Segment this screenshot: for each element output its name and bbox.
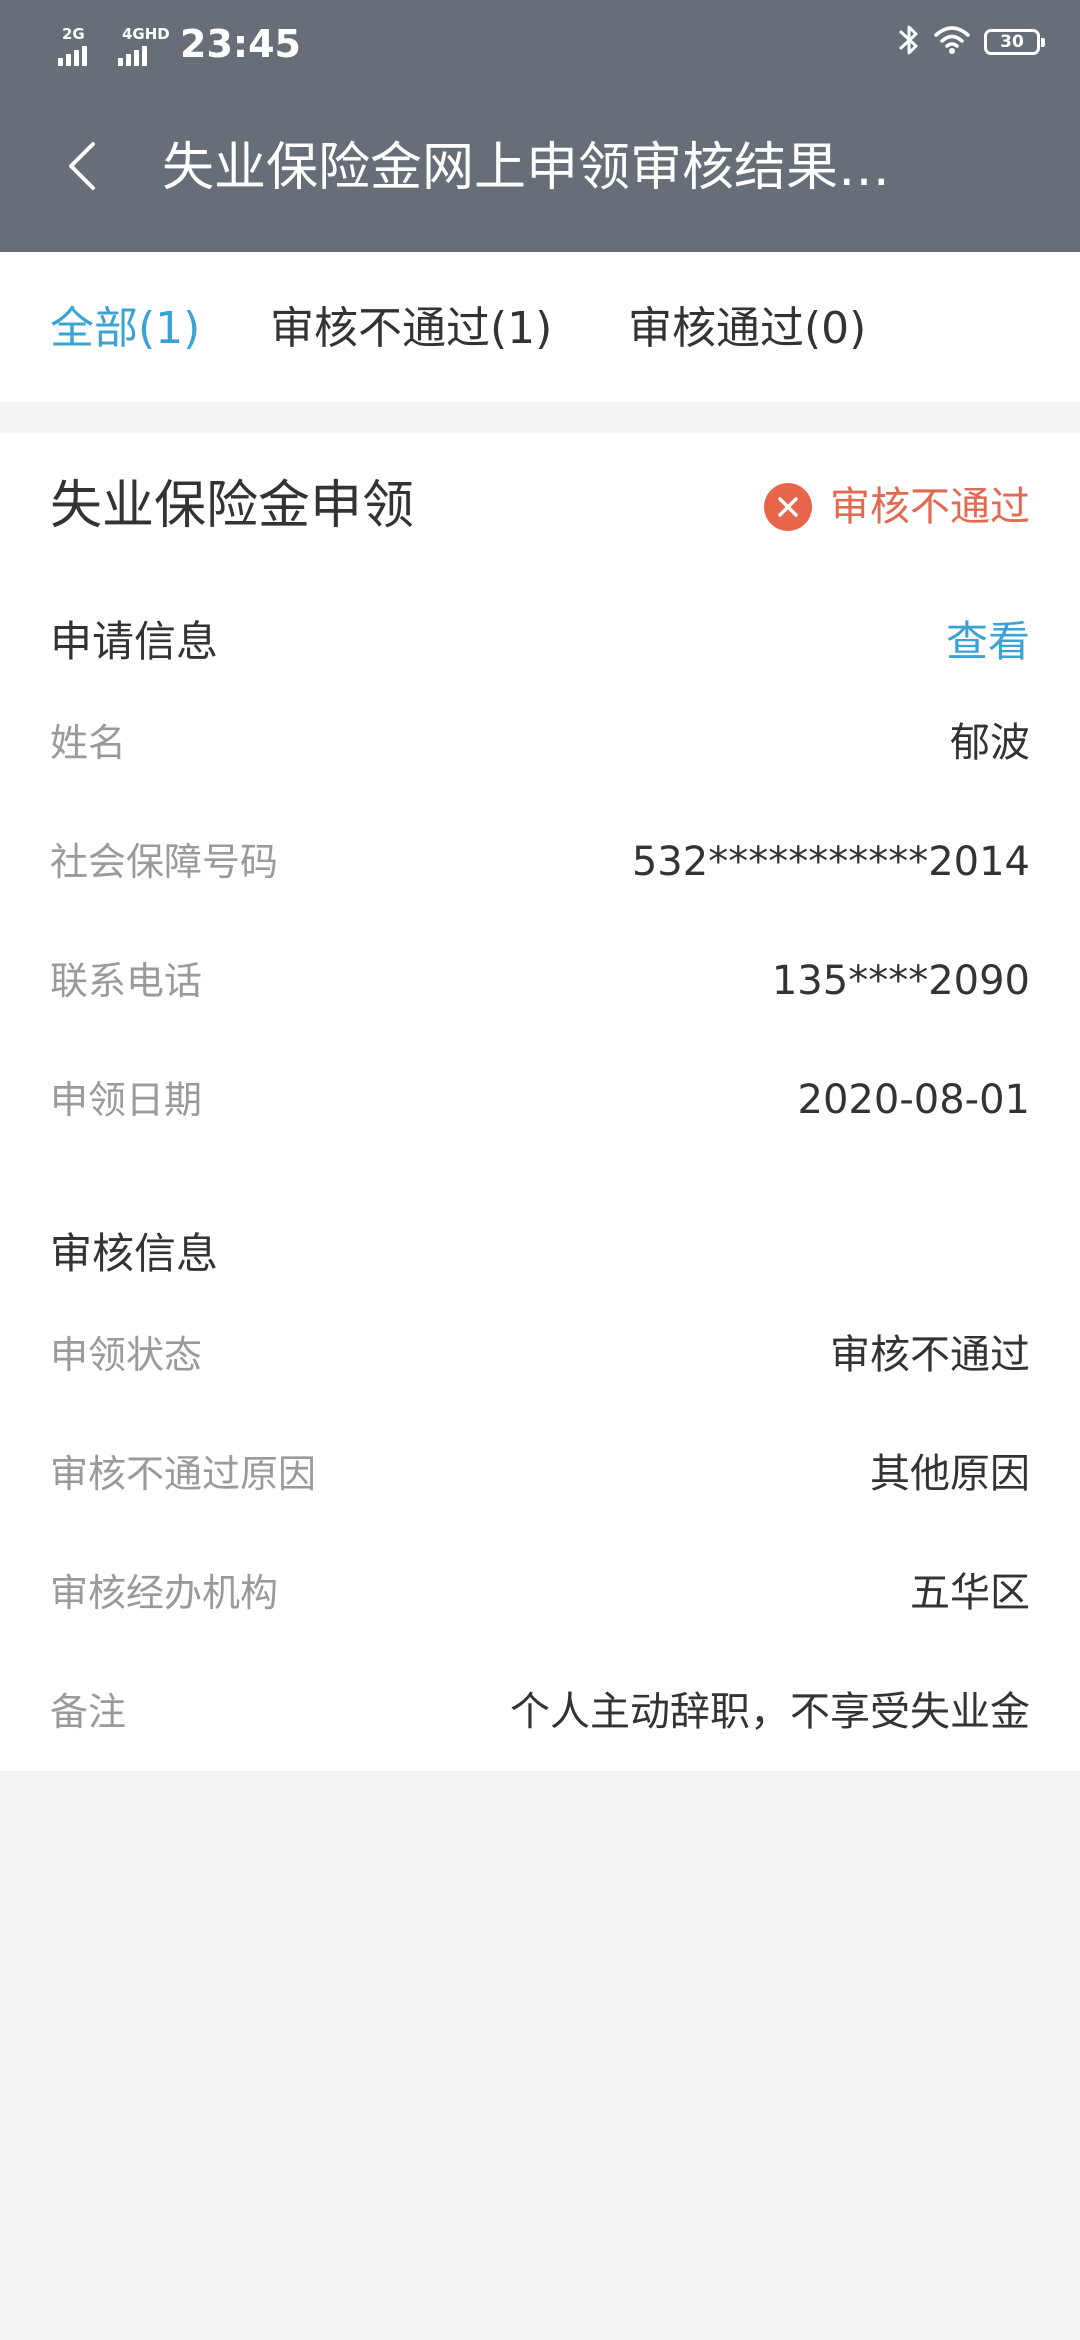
- record-card: 失业保险金申领 审核不通过 申请信息 查看 姓名 郁波 社会保障号码 532**…: [0, 433, 1080, 1771]
- status-right: 30: [898, 20, 1045, 64]
- row-label: 申领状态: [50, 1333, 203, 1377]
- review-info-heading: 审核信息: [50, 1229, 219, 1278]
- chevron-left-icon: [69, 142, 95, 190]
- wifi-icon: [934, 25, 970, 59]
- info-row-apply-date: 申领日期 2020-08-01: [0, 1070, 1080, 1130]
- page-title: 失业保险金网上申领审核结果…: [162, 138, 891, 198]
- row-value: 个人主动辞职，不享受失业金: [510, 1689, 1030, 1735]
- app-header: 2G 4GHD 23:45 30 失业保险金网上申领审核结果…: [0, 0, 1080, 252]
- nav-bar: 失业保险金网上申领审核结果…: [0, 84, 1080, 252]
- row-value: 郁波: [950, 720, 1030, 766]
- signal-2g-icon: 2G: [58, 26, 108, 66]
- row-label: 审核不通过原因: [50, 1452, 317, 1496]
- signal-4ghd-icon: 4GHD: [118, 25, 170, 66]
- tab-all[interactable]: 全部(1): [50, 302, 200, 356]
- row-label: 联系电话: [50, 959, 203, 1003]
- row-value: 其他原因: [870, 1451, 1030, 1497]
- row-label: 姓名: [50, 721, 127, 765]
- info-row-reject-reason: 审核不通过原因 其他原因: [0, 1444, 1080, 1504]
- bluetooth-icon: [898, 23, 920, 61]
- status-badge-text: 审核不通过: [830, 484, 1030, 530]
- filter-tabs: 全部(1) 审核不通过(1) 审核通过(0): [0, 252, 1080, 402]
- tab-rejected[interactable]: 审核不通过(1): [270, 302, 552, 356]
- row-value: 审核不通过: [830, 1332, 1030, 1378]
- row-label: 审核经办机构: [50, 1571, 279, 1615]
- battery-level: 30: [1000, 32, 1024, 52]
- row-value: 532***********2014: [631, 839, 1030, 885]
- row-label: 申领日期: [50, 1078, 203, 1122]
- row-label: 备注: [50, 1690, 127, 1734]
- view-link[interactable]: 查看: [946, 616, 1030, 668]
- reject-x-icon: [764, 483, 812, 531]
- network-type-label-2: 4GHD: [122, 25, 170, 43]
- status-time: 23:45: [180, 22, 301, 66]
- back-button[interactable]: [50, 134, 114, 198]
- info-row-social-security-number: 社会保障号码 532***********2014: [0, 832, 1080, 892]
- row-value: 2020-08-01: [797, 1077, 1030, 1123]
- app-screen: 2G 4GHD 23:45 30 失业保险金网上申领审核结果… 全部(1) 审核…: [0, 0, 1080, 2340]
- info-row-apply-status: 申领状态 审核不通过: [0, 1325, 1080, 1385]
- info-row-remark: 备注 个人主动辞职，不享受失业金: [0, 1682, 1080, 1742]
- status-bar: 2G 4GHD 23:45 30: [0, 0, 1080, 84]
- row-label: 社会保障号码: [50, 840, 279, 884]
- info-row-review-agency: 审核经办机构 五华区: [0, 1563, 1080, 1623]
- status-left: 2G 4GHD 23:45: [58, 20, 301, 66]
- network-type-label-1: 2G: [62, 25, 85, 43]
- battery-icon: 30: [984, 29, 1045, 55]
- record-title: 失业保险金申领: [50, 476, 415, 536]
- row-value: 135****2090: [771, 958, 1030, 1004]
- info-row-phone: 联系电话 135****2090: [0, 951, 1080, 1011]
- application-info-heading: 申请信息: [50, 617, 219, 666]
- row-value: 五华区: [910, 1570, 1030, 1616]
- status-badge: 审核不通过: [764, 481, 1030, 533]
- tab-approved[interactable]: 审核通过(0): [628, 302, 866, 356]
- info-row-name: 姓名 郁波: [0, 713, 1080, 773]
